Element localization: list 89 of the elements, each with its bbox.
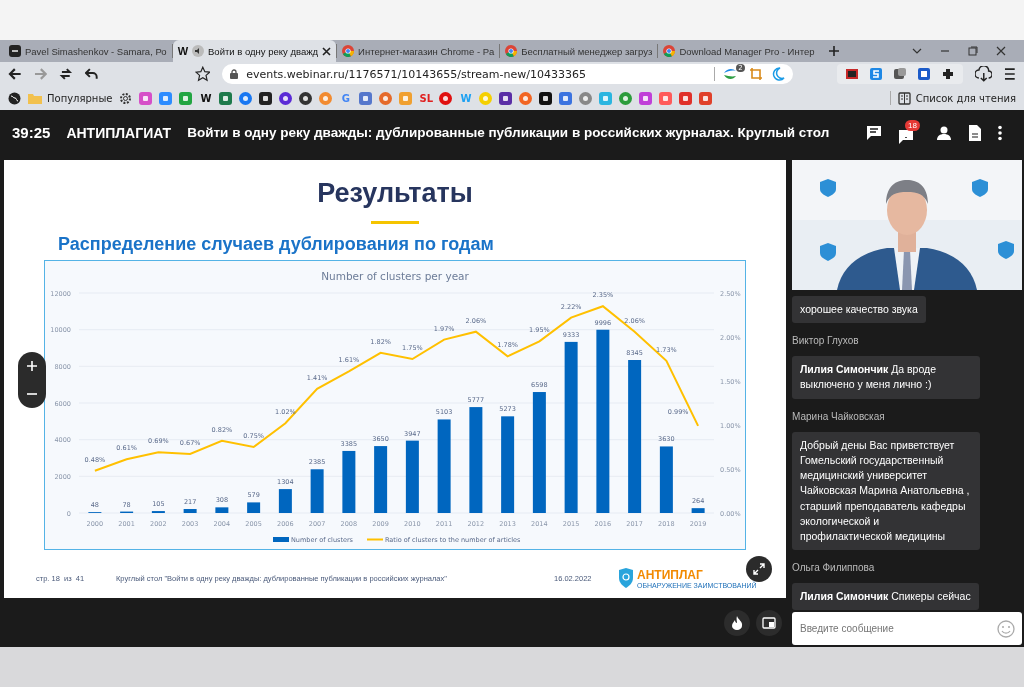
chrome-icon	[663, 45, 676, 57]
person-icon[interactable]	[936, 124, 952, 141]
zoom-in-icon[interactable]	[26, 360, 38, 372]
bar	[342, 450, 356, 513]
tab-title: Бесплатный менеджер загруз	[521, 45, 653, 57]
tab-title: Интернет-магазин Chrome - Pa	[358, 45, 495, 57]
close-icon[interactable]	[322, 46, 332, 56]
gear-icon[interactable]	[119, 91, 133, 105]
browser-tab[interactable]: Бесплатный менеджер загруз	[500, 40, 658, 62]
speaker-icon[interactable]	[192, 45, 204, 57]
bar	[247, 502, 261, 513]
lock-icon	[230, 69, 239, 79]
chat-message: Добрый дены Вас приветствует Гомельский государственный медицинский университет Чайковская Марина Анатольевна , старший преподаватель кафедры экологической и профилактической медицины	[792, 431, 980, 551]
tab-title: Download Manager Pro - Интер	[679, 45, 815, 57]
url-text: events.webinar.ru/1176571/10143655/stream-new/10433365	[246, 67, 586, 81]
bookmark-icon[interactable]	[299, 91, 313, 105]
bar	[691, 508, 705, 513]
chrome-icon	[342, 45, 355, 57]
bookmark-icon[interactable]	[499, 91, 513, 105]
site-logo: W	[177, 45, 188, 57]
expand-icon	[753, 563, 765, 575]
chrome-icon	[505, 45, 518, 57]
questions-button[interactable]: 18	[898, 120, 920, 145]
tab-title: Pavel Simashenkov - Samara, Ро	[25, 45, 167, 57]
more-icon[interactable]	[998, 124, 1002, 141]
webinar-title: Войти в одну реку дважды: дублированные публикации в российских журналах. Круглый стол	[187, 125, 830, 140]
menu-icon[interactable]	[1004, 67, 1016, 81]
timer: 39:25	[12, 124, 51, 141]
extension-icon[interactable]	[892, 67, 907, 81]
browser-tab[interactable]: Pavel Simashenkov - Samara, Ро	[4, 40, 172, 62]
reading-list-icon	[897, 91, 911, 105]
bar	[374, 446, 388, 513]
chart-title: Number of clusters per year	[321, 270, 469, 282]
bookmark-star-icon[interactable]	[194, 66, 211, 82]
browser-tab[interactable]: W Войти в одну реку дважд	[172, 40, 337, 62]
app-icon	[9, 45, 21, 57]
browser-tab[interactable]: Интернет-магазин Chrome - Pa	[337, 40, 500, 62]
globe-icon[interactable]	[8, 91, 21, 105]
back-icon[interactable]	[8, 67, 22, 81]
reading-list-button[interactable]: Список для чтения	[897, 91, 1016, 105]
crop-icon[interactable]	[748, 67, 763, 81]
legend-swatch	[273, 537, 289, 542]
legend-swatch	[366, 538, 384, 541]
close-icon[interactable]	[996, 46, 1006, 56]
bookmark-icon[interactable]	[539, 91, 553, 105]
folder-icon	[28, 92, 42, 104]
slide-subtitle: Распределение случаев дублирования по годам	[58, 234, 495, 255]
new-tab-icon[interactable]	[827, 45, 840, 57]
bar	[310, 469, 324, 513]
browser-tab[interactable]: Download Manager Pro - Интер	[658, 40, 820, 62]
cloud-download-icon[interactable]	[974, 66, 993, 82]
chat-message: Лилия Симончик Спикеры сейчас	[792, 583, 979, 610]
message-input[interactable]: Введите сообщение	[792, 612, 1022, 645]
slide-title: Результаты	[316, 178, 474, 209]
chat-message: Лилия Симончик Да вроде выключено у меня лично :)	[792, 356, 980, 399]
extension-icon[interactable]	[916, 67, 931, 81]
extension-icon[interactable]	[844, 67, 859, 81]
restore-icon[interactable]	[968, 46, 978, 56]
document-icon[interactable]	[968, 124, 982, 141]
picture-in-picture-icon	[762, 617, 776, 629]
brand-name: АНТИПЛАГИАТ	[66, 124, 172, 141]
bookmark-folder[interactable]: Популярные	[28, 92, 113, 104]
logo-text: АНТИПЛАГ	[637, 567, 703, 582]
bookmark-icon[interactable]	[259, 91, 273, 105]
picture-in-picture-button[interactable]	[756, 610, 782, 636]
flame-icon	[731, 616, 743, 630]
question-icon	[898, 129, 914, 145]
chat-icon[interactable]	[866, 124, 882, 141]
chat-message: хорошее качество звука	[792, 296, 926, 324]
tab-search-icon[interactable]	[912, 46, 922, 56]
undo-icon[interactable]	[84, 67, 99, 81]
bookmark-icon[interactable]	[279, 91, 293, 105]
puzzle-icon[interactable]	[940, 67, 955, 81]
notification-badge: 18	[905, 120, 920, 131]
bar	[183, 509, 197, 513]
reload-icon[interactable]	[59, 67, 73, 81]
reaction-button[interactable]	[724, 610, 750, 636]
message-author: Ольга Филиппова	[792, 562, 875, 574]
bar	[659, 446, 673, 513]
tab-title: Войти в одну реку дважд	[208, 45, 319, 57]
title-underline	[371, 221, 419, 224]
bookmark-icon[interactable]: W	[199, 92, 213, 104]
message-author: Марина Чайковская	[792, 410, 885, 422]
moon-icon[interactable]	[770, 67, 785, 81]
shield-icon	[618, 568, 634, 588]
bookmark-icon[interactable]: SL	[419, 92, 433, 104]
bar	[278, 489, 292, 513]
message-author: Виктор Глухов	[792, 335, 859, 347]
bar	[215, 507, 229, 513]
